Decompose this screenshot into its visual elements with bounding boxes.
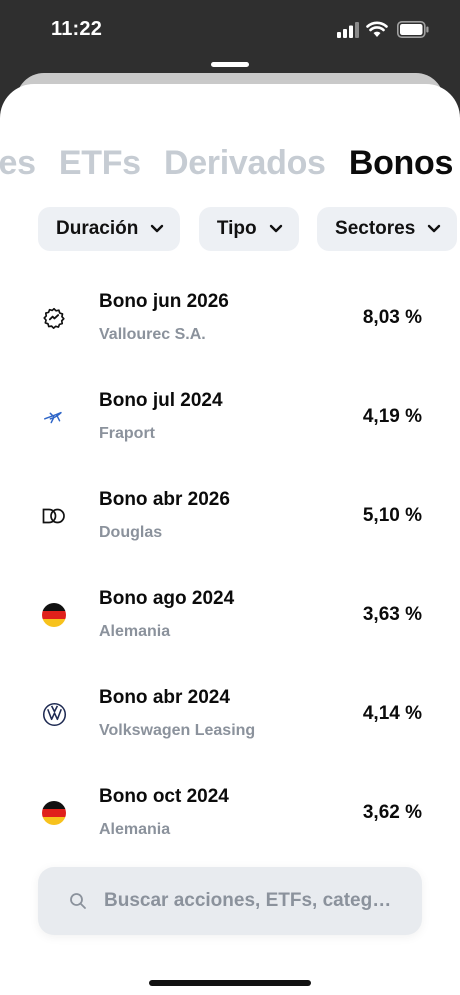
chevron-down-icon — [151, 224, 164, 233]
bond-yield: 4,14 % — [362, 703, 422, 724]
bond-title: Bono abr 2024 — [99, 687, 230, 708]
bond-yield: 3,62 % — [362, 802, 422, 823]
search-icon — [70, 893, 86, 909]
bond-title: Bono jun 2026 — [99, 291, 229, 312]
bond-issuer: Volkswagen Leasing — [99, 722, 256, 739]
home-indicator — [149, 980, 311, 986]
bond-yield: 4,19 % — [362, 406, 422, 427]
filter-label: Tipo — [216, 218, 257, 239]
list-item[interactable]: Bono ago 2024 Alemania 3,63 % — [0, 564, 460, 663]
bond-issuer: Alemania — [99, 821, 171, 838]
bond-issuer: Alemania — [99, 623, 171, 640]
bottom-sheet: nes ETFs Derivados Bonos C Duración Tipo… — [0, 84, 460, 995]
bond-title: Bono jul 2024 — [99, 390, 223, 411]
tab-derivados[interactable]: Derivados — [164, 144, 326, 183]
status-time: 11:22 — [51, 18, 103, 40]
sheet-grab-handle[interactable] — [211, 62, 249, 67]
list-item[interactable]: Bono jun 2026 Vallourec S.A. 8,03 % — [0, 267, 460, 366]
bond-list: Bono jun 2026 Vallourec S.A. 8,03 % Bono… — [0, 267, 460, 861]
tab-bonos[interactable]: Bonos — [349, 144, 454, 183]
vallourec-logo — [41, 305, 67, 331]
filter-label: Sectores — [335, 218, 416, 239]
filter-chips: Duración Tipo Sectores — [38, 207, 460, 251]
list-item[interactable]: Bono jul 2024 Fraport 4,19 % — [0, 366, 460, 465]
filter-duracion-button[interactable]: Duración — [38, 207, 181, 251]
bond-yield: 3,63 % — [362, 604, 422, 625]
bond-title: Bono ago 2024 — [99, 588, 235, 609]
filter-label: Duración — [56, 218, 139, 239]
douglas-logo — [41, 503, 67, 529]
chevron-down-icon — [269, 224, 282, 233]
status-bar: 11:22 — [0, 0, 460, 60]
cellular-signal-icon — [337, 22, 359, 38]
germany-flag-icon — [41, 602, 67, 628]
fraport-logo — [41, 404, 67, 430]
germany-flag-icon — [41, 800, 67, 826]
search-input[interactable]: Buscar acciones, ETFs, categ… — [38, 867, 422, 935]
tab-etfs[interactable]: ETFs — [59, 144, 141, 183]
chevron-down-icon — [428, 224, 441, 233]
bond-yield: 5,10 % — [362, 505, 422, 526]
search-placeholder: Buscar acciones, ETFs, categ… — [104, 890, 392, 911]
bond-issuer: Fraport — [99, 425, 155, 442]
filter-tipo-button[interactable]: Tipo — [198, 207, 299, 251]
bond-yield: 8,03 % — [362, 307, 422, 328]
list-item[interactable]: Bono abr 2026 Douglas 5,10 % — [0, 465, 460, 564]
bond-issuer: Douglas — [99, 524, 163, 541]
wifi-icon — [366, 21, 388, 37]
volkswagen-logo — [41, 701, 67, 727]
list-item[interactable]: Bono abr 2024 Volkswagen Leasing 4,14 % — [0, 663, 460, 762]
category-tabs: nes ETFs Derivados Bonos C — [0, 144, 460, 183]
bond-issuer: Vallourec S.A. — [99, 326, 206, 343]
tab-acciones[interactable]: nes — [0, 144, 36, 183]
filter-sectores-button[interactable]: Sectores — [317, 207, 458, 251]
bond-title: Bono abr 2026 — [99, 489, 230, 510]
battery-icon — [397, 21, 429, 38]
bond-title: Bono oct 2024 — [99, 786, 229, 807]
